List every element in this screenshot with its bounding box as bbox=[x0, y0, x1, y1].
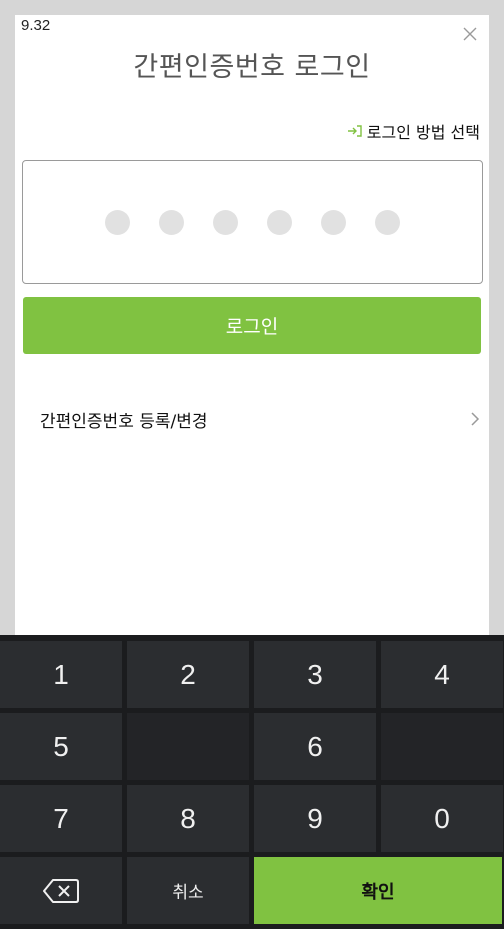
login-button[interactable]: 로그인 bbox=[23, 297, 481, 354]
pin-login-dialog: 9.32 간편인증번호 로그인 로그인 방법 선택 로그인 간편인증번호 등록/… bbox=[15, 15, 489, 655]
cancel-button[interactable]: 취소 bbox=[127, 857, 249, 924]
pin-dot bbox=[321, 209, 346, 235]
register-change-pin-link[interactable]: 간편인증번호 등록/변경 bbox=[23, 391, 481, 447]
pin-dot bbox=[375, 209, 400, 235]
key-blank bbox=[127, 713, 249, 780]
key-8[interactable]: 8 bbox=[127, 785, 249, 852]
pin-dot bbox=[159, 209, 184, 235]
pin-dot bbox=[105, 209, 130, 235]
chevron-right-icon bbox=[471, 412, 480, 426]
register-change-pin-label: 간편인증번호 등록/변경 bbox=[40, 411, 208, 432]
backspace-button[interactable] bbox=[0, 857, 122, 924]
key-blank bbox=[381, 713, 503, 780]
page-title: 간편인증번호 로그인 bbox=[133, 52, 371, 83]
pin-input-display[interactable] bbox=[22, 160, 483, 284]
key-2[interactable]: 2 bbox=[127, 641, 249, 708]
login-method-link[interactable]: 로그인 방법 선택 bbox=[347, 119, 480, 143]
pin-dot bbox=[267, 209, 292, 235]
key-1[interactable]: 1 bbox=[0, 641, 122, 708]
key-0[interactable]: 0 bbox=[381, 785, 503, 852]
pin-dot bbox=[213, 209, 238, 235]
login-enter-icon bbox=[347, 125, 362, 137]
backspace-icon bbox=[43, 878, 79, 903]
key-5[interactable]: 5 bbox=[0, 713, 122, 780]
close-icon[interactable] bbox=[459, 23, 481, 45]
key-9[interactable]: 9 bbox=[254, 785, 376, 852]
key-4[interactable]: 4 bbox=[381, 641, 503, 708]
key-6[interactable]: 6 bbox=[254, 713, 376, 780]
version-label: 9.32 bbox=[21, 17, 51, 34]
confirm-button[interactable]: 확인 bbox=[254, 857, 502, 924]
key-7[interactable]: 7 bbox=[0, 785, 122, 852]
login-method-label: 로그인 방법 선택 bbox=[366, 123, 480, 142]
numeric-keypad: 1 2 3 4 5 6 7 8 9 0 취소 확인 bbox=[0, 635, 504, 929]
key-3[interactable]: 3 bbox=[254, 641, 376, 708]
